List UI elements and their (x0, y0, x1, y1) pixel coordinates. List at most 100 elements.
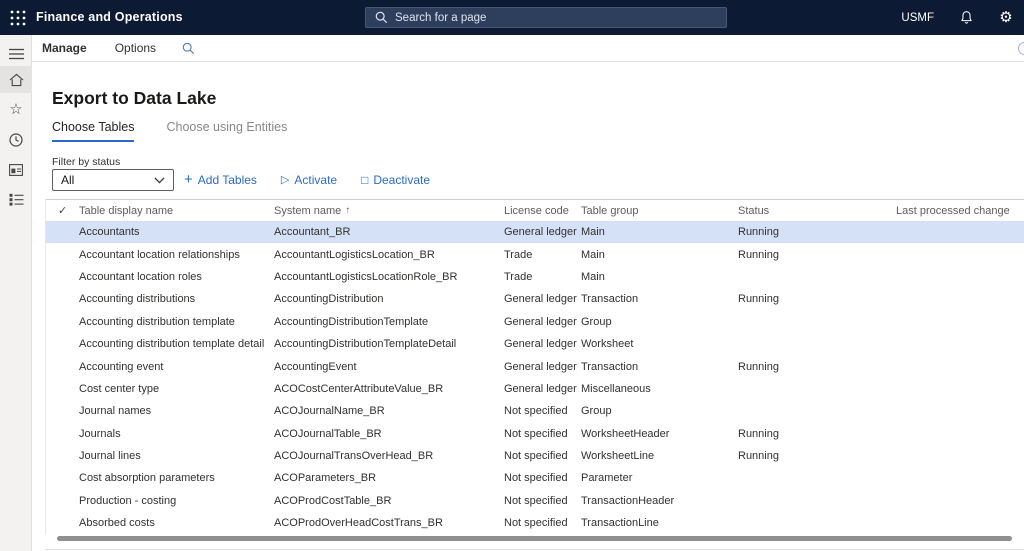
cell-system-name: ACOJournalTransOverHead_BR (274, 450, 434, 463)
header-table-group[interactable]: Table group (581, 205, 738, 217)
cell-license-code: Not specified (504, 405, 568, 418)
settings-gear-icon[interactable]: ⚙ (998, 10, 1014, 26)
cell-table-group: WorksheetHeader (581, 427, 670, 440)
cell-table-display-name: Accounting event (79, 360, 164, 373)
cell-table-group: WorksheetLine (581, 450, 655, 463)
tab-choose-using-entities[interactable]: Choose using Entities (166, 120, 287, 142)
cell-table-display-name: Accountant location roles (79, 270, 202, 283)
play-outline-icon: ▷ (280, 174, 290, 186)
cell-system-name: ACOParameters_BR (274, 472, 377, 485)
cell-license-code: General ledger (504, 293, 577, 306)
app-launcher-icon[interactable] (9, 9, 27, 27)
activate-button[interactable]: ▷ Activate (281, 173, 337, 187)
table-row[interactable]: Absorbed costs ACOProdOverHeadCostTrans_B… (46, 512, 1024, 534)
cell-table-display-name: Accountant location relationships (79, 248, 240, 261)
deactivate-button[interactable]: □ Deactivate (361, 173, 430, 187)
header-system-name[interactable]: System name ↑ (274, 205, 504, 217)
sort-ascending-icon: ↑ (345, 205, 351, 216)
cell-system-name: ACOJournalName_BR (274, 405, 385, 418)
cell-table-group: Transaction (581, 360, 639, 373)
table-row[interactable]: Production - costing ACOProdCostTable_BR N… (46, 490, 1024, 512)
cell-license-code: Trade (504, 248, 533, 261)
status-filter-dropdown[interactable]: All (52, 169, 174, 191)
cell-license-code: Trade (504, 270, 533, 283)
table-row[interactable]: Journals ACOJournalTable_BR Not specified W… (46, 423, 1024, 445)
app-title[interactable]: Finance and Operations (36, 10, 183, 24)
cell-table-group: TransactionLine (581, 517, 659, 530)
status-filter-value: All (61, 173, 75, 187)
table-row[interactable]: Cost center type ACOCostCenterAttributeVa… (46, 378, 1024, 400)
cell-license-code: General ledger (504, 338, 577, 351)
tables-grid: ✓ Table display name System name ↑ Licen… (45, 199, 1024, 535)
action-bar: Manage Options (32, 35, 1024, 62)
menu-hamburger-icon[interactable] (0, 40, 32, 67)
horizontal-scrollbar[interactable] (57, 536, 1012, 541)
cell-system-name: ACOCostCenterAttributeValue_BR (274, 382, 444, 395)
cell-table-display-name: Cost center type (79, 382, 160, 395)
tab-choose-tables[interactable]: Choose Tables (52, 120, 135, 142)
cell-table-group: Main (581, 270, 605, 283)
cell-table-group: Worksheet (581, 338, 634, 351)
cell-table-group: Main (581, 248, 605, 261)
cell-system-name: AccountantLogisticsLocationRole_BR (274, 270, 458, 283)
action-search-icon[interactable] (182, 42, 195, 55)
cell-table-display-name: Accounting distribution template detail (79, 338, 265, 351)
table-row[interactable]: Accounting distribution template Accounti… (46, 311, 1024, 333)
cell-license-code: General ledger (504, 226, 577, 239)
header-status[interactable]: Status (738, 205, 896, 217)
cell-license-code: General ledger (504, 382, 577, 395)
cell-license-code: General ledger (504, 315, 577, 328)
cell-system-name: AccountingDistributionTemplateDetail (274, 338, 457, 351)
header-last-processed-change[interactable]: Last processed change (896, 205, 1024, 217)
cell-status: Running (738, 427, 779, 440)
sidebar-home-icon[interactable] (0, 66, 32, 93)
sidebar-recent-clock-icon[interactable] (0, 126, 32, 153)
action-bar-item-manage[interactable]: Manage (42, 41, 87, 55)
sidebar-modules-list-icon[interactable] (0, 186, 32, 213)
cell-table-group: TransactionHeader (581, 494, 675, 507)
header-table-display-name[interactable]: Table display name (79, 205, 274, 217)
table-row[interactable]: Accounting event AccountingEvent General l… (46, 355, 1024, 377)
table-row[interactable]: Accountants Accountant_BR General ledger Ma… (46, 221, 1024, 244)
cell-system-name: AccountantLogisticsLocation_BR (274, 248, 435, 261)
sidebar-workspaces-icon[interactable] (0, 156, 32, 183)
cell-status: Running (738, 248, 779, 261)
cell-table-group: Parameter (581, 472, 633, 485)
action-bar-item-options[interactable]: Options (115, 41, 156, 55)
notifications-bell-icon[interactable] (958, 10, 974, 26)
page-title: Export to Data Lake (52, 88, 217, 108)
table-row[interactable]: Accountant location relationships Account… (46, 243, 1024, 265)
cell-system-name: ACOJournalTable_BR (274, 427, 382, 440)
cell-license-code: Not specified (504, 494, 568, 507)
cell-table-group: Main (581, 226, 605, 239)
main-content: Export to Data Lake Choose Tables Choose… (32, 62, 1024, 551)
company-picker[interactable]: USMF (901, 12, 934, 24)
cell-table-display-name: Journals (79, 427, 121, 440)
cell-table-group: Group (581, 405, 612, 418)
cell-system-name: ACOProdCostTable_BR (274, 494, 392, 507)
cell-table-display-name: Accounting distributions (79, 293, 196, 306)
select-all-check-icon[interactable]: ✓ (46, 204, 79, 217)
cell-table-group: Miscellaneous (581, 382, 651, 395)
header-license-code[interactable]: License code (504, 205, 581, 217)
table-row[interactable]: Accountant location roles AccountantLogis… (46, 266, 1024, 288)
table-row[interactable]: Accounting distributions AccountingDistri… (46, 288, 1024, 310)
top-bar: Finance and Operations USMF ⚙ (0, 0, 1024, 35)
sidebar-favorites-star-icon[interactable]: ☆ (0, 96, 32, 123)
cell-status: Running (738, 293, 779, 306)
cell-system-name: AccountingDistribution (274, 293, 384, 306)
table-row[interactable]: Journal lines ACOJournalTransOverHead_BR N… (46, 445, 1024, 467)
cell-table-group: Transaction (581, 293, 639, 306)
table-row[interactable]: Accounting distribution template detail A… (46, 333, 1024, 355)
table-row[interactable]: Cost absorption parameters ACOParameters_… (46, 467, 1024, 489)
table-row[interactable]: Journal names ACOJournalName_BR Not specif… (46, 400, 1024, 422)
grid-header: ✓ Table display name System name ↑ Licen… (46, 199, 1024, 221)
nav-sidebar: ☆ (0, 35, 32, 551)
page-search-box[interactable] (365, 7, 727, 28)
add-tables-button[interactable]: + Add Tables (184, 172, 257, 187)
cell-status: Running (738, 360, 779, 373)
cell-table-display-name: Journal names (79, 405, 152, 418)
grid-actions: + Add Tables ▷ Activate □ Deactivate (184, 169, 430, 191)
edge-partial-circle-icon (1018, 42, 1024, 55)
search-input[interactable] (395, 11, 685, 24)
